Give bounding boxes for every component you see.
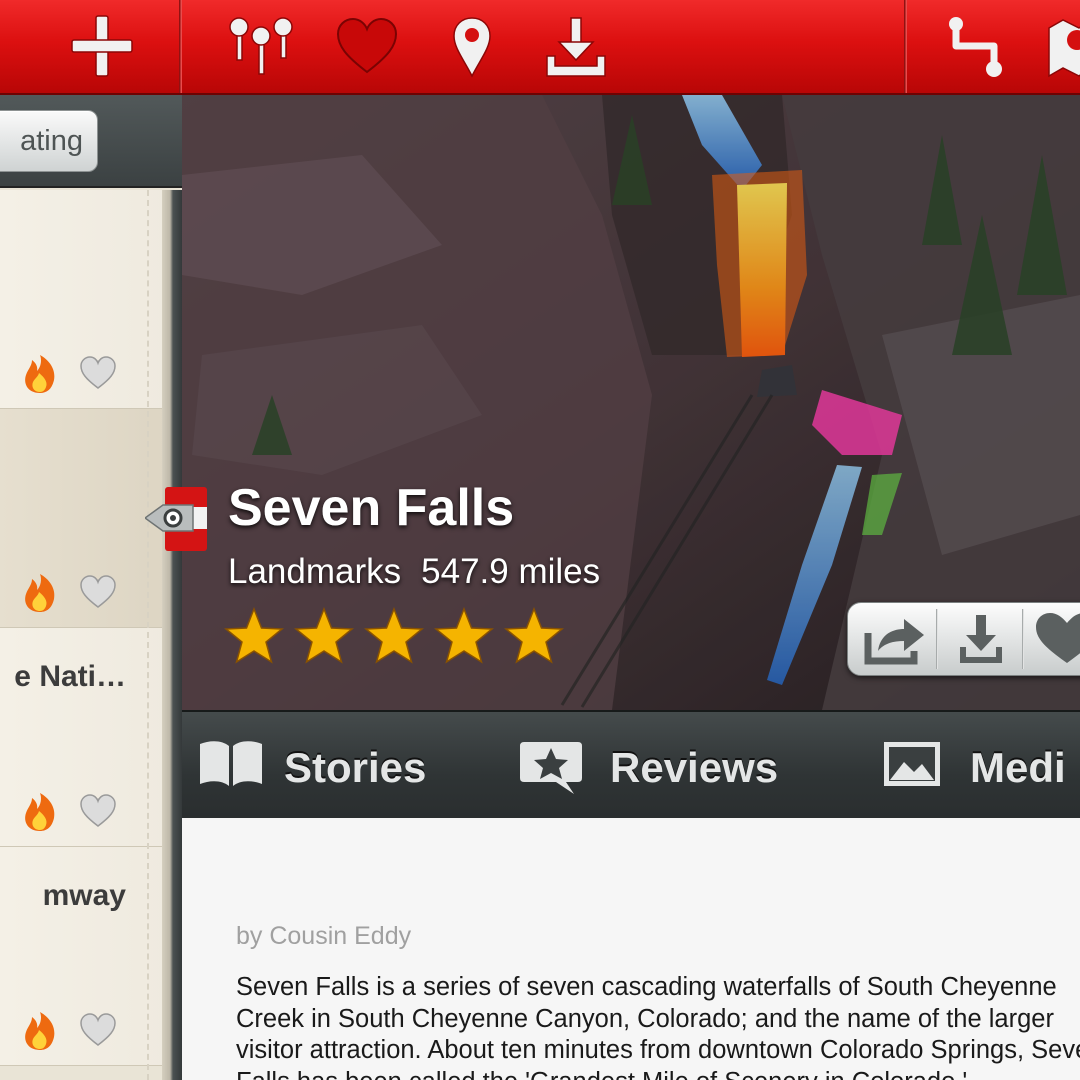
list-item-selected[interactable] — [0, 409, 168, 628]
route-icon[interactable] — [948, 16, 1006, 78]
heart-icon[interactable] — [336, 17, 398, 74]
toolbar-divider — [179, 0, 182, 93]
star-icon — [294, 606, 354, 665]
list-header: ating — [0, 95, 182, 188]
share-icon[interactable] — [852, 603, 938, 675]
tab-label: Medi — [970, 744, 1066, 791]
filter-pins-icon[interactable] — [228, 16, 296, 78]
place-distance: 547.9 miles — [421, 552, 601, 591]
place-category: Landmarks — [228, 552, 402, 591]
fire-icon — [22, 354, 58, 394]
heart-icon[interactable] — [80, 356, 116, 390]
list-item[interactable]: mway — [0, 847, 168, 1066]
star-rating — [224, 606, 574, 667]
heart-icon[interactable] — [1024, 603, 1080, 675]
tab-media[interactable]: Medi — [882, 734, 1080, 798]
heart-icon[interactable] — [80, 794, 116, 828]
download-icon[interactable] — [545, 16, 607, 78]
story-content: by Cousin Eddy Seven Falls is a series o… — [182, 818, 1080, 1080]
heart-icon[interactable] — [80, 575, 116, 609]
star-icon — [434, 606, 494, 665]
list-item-title: mway — [42, 879, 126, 912]
add-icon[interactable] — [70, 14, 134, 78]
fire-icon — [22, 573, 58, 613]
location-pin-icon[interactable] — [452, 16, 492, 78]
list-item[interactable]: e Nati… — [0, 628, 168, 847]
story-byline: by Cousin Eddy — [236, 922, 412, 950]
place-title: Seven Falls — [228, 479, 515, 537]
star-icon — [224, 606, 284, 665]
list-item-title: e Nati… — [14, 660, 126, 693]
story-body: Seven Falls is a series of seven cascadi… — [236, 973, 1080, 1080]
place-hero-photo: Seven Falls Landmarks 547.9 miles — [182, 95, 1080, 710]
tab-label: Reviews — [610, 744, 779, 791]
list-item[interactable] — [0, 190, 168, 409]
book-icon — [198, 740, 264, 793]
places-list-panel: ating e Nati… mway — [0, 95, 182, 1080]
heart-icon[interactable] — [80, 1013, 116, 1047]
star-icon — [504, 606, 564, 665]
sort-by-rating-button[interactable]: ating — [0, 110, 98, 172]
stitch-divider — [147, 190, 149, 1080]
selected-item-indicator — [143, 485, 209, 553]
download-icon[interactable] — [938, 603, 1024, 675]
review-star-icon — [518, 740, 584, 801]
star-icon — [364, 606, 424, 665]
top-toolbar — [0, 0, 1080, 95]
detail-tab-bar: Stories Reviews Medi — [182, 710, 1080, 839]
tab-stories[interactable]: Stories — [198, 734, 458, 798]
photo-icon — [882, 740, 942, 793]
panel-edge — [162, 190, 182, 1080]
tab-reviews[interactable]: Reviews — [518, 734, 818, 798]
fire-icon — [22, 1011, 58, 1051]
place-meta: Landmarks 547.9 miles — [228, 552, 600, 592]
fire-icon — [22, 792, 58, 832]
tab-label: Stories — [284, 744, 427, 791]
action-button-bar — [847, 602, 1080, 676]
map-icon[interactable] — [1047, 18, 1080, 78]
toolbar-divider — [904, 0, 907, 93]
places-list: e Nati… mway — [0, 190, 168, 1066]
